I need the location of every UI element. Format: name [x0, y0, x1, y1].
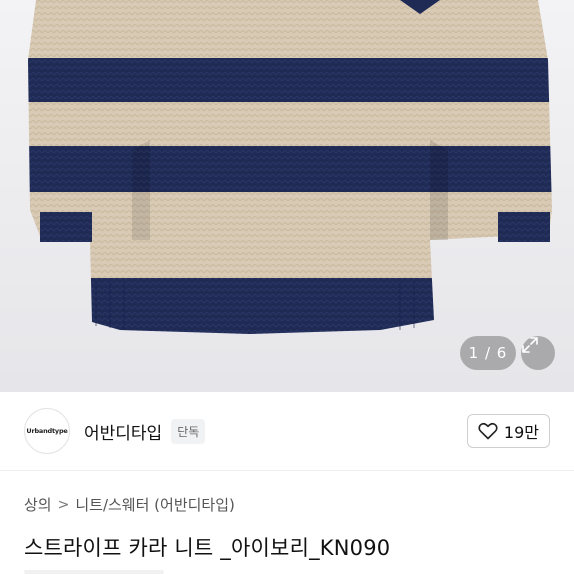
expand-button[interactable]: [521, 336, 555, 370]
breadcrumb-item-knit[interactable]: 니트/스웨터 (어반디타입): [75, 494, 235, 515]
product-image-gallery[interactable]: 1 / 6: [0, 0, 574, 392]
breadcrumb-separator: >: [57, 496, 70, 513]
seller-logo[interactable]: Urbandtype: [24, 408, 70, 454]
seller-name[interactable]: 어반디타입: [84, 419, 162, 444]
expand-icon: [522, 337, 538, 353]
product-image: [28, 0, 552, 334]
next-section-peek: [24, 570, 164, 574]
product-title: 스트라이프 카라 니트 _아이보리_KN090: [24, 536, 391, 560]
image-counter: 1 / 6: [460, 336, 516, 370]
seller-bar: Urbandtype 어반디타입 단독 19만: [0, 392, 574, 470]
like-button[interactable]: 19만: [466, 414, 550, 448]
divider: [0, 470, 574, 471]
breadcrumb-item-top[interactable]: 상의: [24, 494, 52, 515]
like-count: 19만: [503, 423, 539, 442]
exclusive-badge: 단독: [171, 418, 206, 444]
seller-logo-text: Urbandtype: [26, 427, 68, 435]
heart-icon: [478, 423, 498, 440]
breadcrumb: 상의 > 니트/스웨터 (어반디타입): [24, 494, 235, 515]
